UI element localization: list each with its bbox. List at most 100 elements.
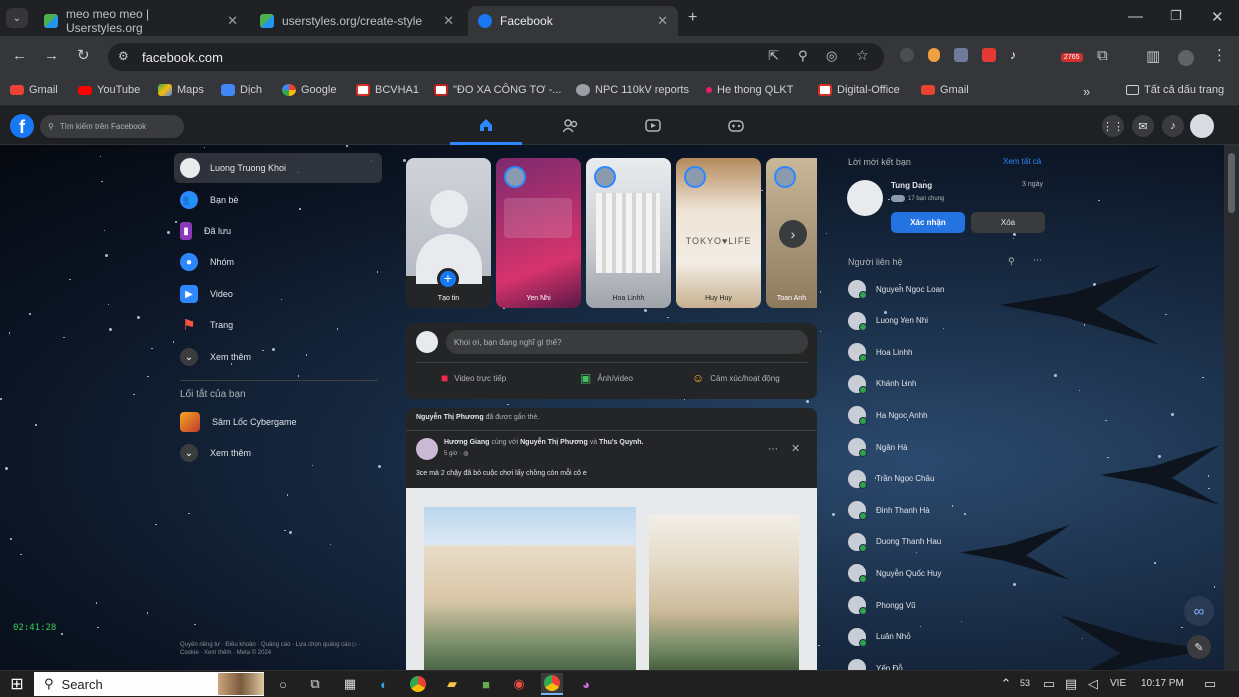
stories-next-icon[interactable]: › bbox=[779, 220, 807, 248]
honey-extension-icon[interactable] bbox=[928, 48, 940, 62]
post-photo-grid[interactable] bbox=[406, 488, 817, 670]
language-indicator[interactable]: VIE bbox=[1110, 678, 1126, 689]
bookmark-npc[interactable]: NPC 110kV reports bbox=[576, 84, 689, 96]
minecraft-icon[interactable]: ■ bbox=[475, 673, 497, 695]
menu-icon[interactable]: ⋮ bbox=[1212, 46, 1227, 64]
contact-item[interactable]: Phongg Vũ bbox=[848, 594, 916, 616]
vpn-extension-icon[interactable] bbox=[954, 48, 968, 62]
extensions-puzzle-icon[interactable]: ⧉ bbox=[1097, 47, 1108, 64]
edge-icon[interactable]: ◐ bbox=[373, 673, 395, 695]
photo-video-button[interactable]: ▣ Ảnh/video bbox=[580, 371, 633, 385]
nav-groups[interactable]: ● Nhóm bbox=[180, 248, 234, 276]
request-name[interactable]: Tung Dang bbox=[891, 181, 932, 190]
contacts-search-icon[interactable]: ⚲ bbox=[1008, 256, 1015, 267]
bookmark-youtube[interactable]: YouTube bbox=[78, 84, 140, 96]
contacts-more-icon[interactable]: ⋯ bbox=[1033, 255, 1042, 266]
tab-facebook[interactable]: Facebook ✕ bbox=[468, 6, 678, 36]
tiktok-extension-icon[interactable]: ♪ bbox=[1010, 48, 1016, 62]
taskbar-search-box[interactable]: ⚲ Search bbox=[34, 672, 264, 696]
author-avatar[interactable] bbox=[416, 438, 438, 460]
sidepanel-icon[interactable]: ▥ bbox=[1146, 47, 1160, 65]
volume-icon[interactable]: ◁ bbox=[1082, 673, 1104, 695]
taskbar-clock[interactable]: 10:17 PM bbox=[1141, 678, 1184, 689]
reload-icon[interactable]: ↻ bbox=[77, 46, 90, 64]
post-photo[interactable] bbox=[649, 515, 799, 670]
add-story-icon[interactable]: + bbox=[437, 268, 459, 290]
media-player-icon[interactable]: ◉ bbox=[508, 673, 530, 695]
bookmark-gmail[interactable]: Gmail bbox=[10, 84, 58, 96]
composer-input[interactable]: Khoi ơi, bạn đang nghĩ gì thế? bbox=[446, 330, 808, 354]
bookmark-google[interactable]: Google bbox=[282, 84, 336, 96]
tray-chevron-icon[interactable]: ⌃ bbox=[995, 673, 1017, 695]
contact-item[interactable]: Trần Ngọc Châu bbox=[848, 468, 934, 490]
story-card[interactable]: TOKYO♥LIFE Huy Huy bbox=[676, 158, 761, 308]
create-story-card[interactable]: + Tạo tin bbox=[406, 158, 491, 308]
bookmark-digital-office[interactable]: Digital-Office bbox=[818, 84, 900, 96]
nav-friends-icon[interactable] bbox=[535, 107, 607, 145]
contact-item[interactable]: Ngân Hà bbox=[848, 436, 908, 458]
store-icon[interactable]: ▦ bbox=[339, 673, 361, 695]
story-card[interactable]: Hoa Linhh bbox=[586, 158, 671, 308]
contact-item[interactable]: Hoa Linhh bbox=[848, 341, 912, 363]
bookmark-gmail-2[interactable]: Gmail bbox=[921, 84, 969, 96]
contact-item[interactable]: Đinh Thanh Hà bbox=[848, 499, 930, 521]
circle-extension-icon[interactable] bbox=[900, 48, 914, 62]
nav-gaming-icon[interactable] bbox=[700, 107, 772, 145]
forward-icon[interactable]: → bbox=[44, 47, 59, 64]
zoom-icon[interactable]: ⚲ bbox=[798, 48, 808, 64]
contact-item[interactable]: Khánh Linh bbox=[848, 373, 916, 395]
new-tab-icon[interactable]: + bbox=[688, 9, 697, 27]
delete-request-button[interactable]: Xóa bbox=[971, 212, 1045, 233]
close-tab-icon[interactable]: ✕ bbox=[227, 13, 238, 29]
battery-icon[interactable]: ▭ bbox=[1038, 673, 1060, 695]
nav-saved[interactable]: ▮ Đã lưu bbox=[180, 217, 231, 245]
nav-watch-icon[interactable] bbox=[617, 107, 689, 145]
chrome-icon-taskbar[interactable] bbox=[407, 673, 429, 695]
profile-avatar[interactable] bbox=[1178, 50, 1194, 66]
address-bar[interactable]: ⚙ facebook.com ⇱ ⚲ ◎ ☆ bbox=[108, 43, 884, 71]
new-message-icon[interactable]: ✎ bbox=[1187, 635, 1211, 659]
nav-video[interactable]: ▶ Video bbox=[180, 280, 233, 308]
bookmark-dich[interactable]: Dịch bbox=[221, 84, 262, 96]
contact-item[interactable]: Luân Nhỏ bbox=[848, 626, 911, 648]
nav-see-more[interactable]: ⌄ Xem thêm bbox=[180, 343, 251, 371]
bookmark-bcvha1[interactable]: BCVHA1 bbox=[356, 84, 419, 96]
action-center-icon[interactable]: ▭ bbox=[1199, 673, 1221, 695]
open-in-icon[interactable]: ⇱ bbox=[768, 48, 779, 64]
with-name-1[interactable]: Nguyễn Thị Phương bbox=[520, 439, 588, 446]
menu-grid-icon[interactable]: ⋮⋮ bbox=[1102, 115, 1124, 137]
nav-home-icon[interactable] bbox=[450, 107, 522, 145]
contact-item[interactable]: Nguyeh Ngoc Loan bbox=[848, 278, 945, 300]
network-icon[interactable]: ▤ bbox=[1060, 673, 1082, 695]
nav-friends[interactable]: 👥 Bạn bè bbox=[180, 186, 239, 214]
tagged-name[interactable]: Nguyễn Thị Phương bbox=[416, 414, 484, 421]
back-icon[interactable]: ← bbox=[12, 47, 27, 64]
task-view-icon[interactable]: ⧉ bbox=[304, 673, 326, 695]
profile-link[interactable]: Luong Truong Khoi bbox=[174, 153, 382, 183]
cortana-icon[interactable]: ○ bbox=[272, 673, 294, 695]
footer-links[interactable]: Quyền riêng tư · Điều khoản · Quảng cáo … bbox=[180, 641, 370, 658]
close-tab-icon[interactable]: ✕ bbox=[657, 13, 668, 29]
tab-create-style[interactable]: userstyles.org/create-style ✕ bbox=[250, 6, 464, 36]
windows-start-icon[interactable]: ⊞ bbox=[6, 673, 28, 695]
feeling-button[interactable]: ☺ Cảm xúc/hoạt động bbox=[692, 371, 780, 385]
eye-off-icon[interactable]: ◎ bbox=[826, 48, 837, 64]
maximize-icon[interactable]: ❐ bbox=[1170, 8, 1182, 24]
scrollbar-thumb[interactable] bbox=[1228, 153, 1235, 213]
shortcut-see-more[interactable]: ⌄ Xem thêm bbox=[180, 439, 251, 467]
account-avatar[interactable] bbox=[1190, 114, 1214, 138]
meta-ai-icon[interactable]: ∞ bbox=[1184, 596, 1214, 626]
fb-search-box[interactable]: ⚲ Tìm kiếm trên Facebook bbox=[40, 115, 184, 138]
facebook-logo[interactable]: f bbox=[10, 114, 34, 138]
messenger-app-icon[interactable]: ◕ bbox=[575, 673, 597, 695]
notifications-bell-icon[interactable]: ♪ bbox=[1162, 115, 1184, 137]
contact-item[interactable]: Ha Ngoc Anhh bbox=[848, 404, 928, 426]
all-bookmarks[interactable]: Tất cả dấu trang bbox=[1126, 84, 1224, 96]
with-name-2[interactable]: Thu's Quynh. bbox=[599, 439, 643, 446]
tab-search-button[interactable]: ⌄ bbox=[6, 8, 28, 28]
bookmark-do-xa[interactable]: "ĐO XA CÔNG TƠ -... bbox=[434, 84, 561, 96]
contact-item[interactable]: Yến Đỗ bbox=[848, 657, 903, 670]
request-avatar[interactable] bbox=[847, 180, 883, 216]
close-post-icon[interactable]: ✕ bbox=[791, 442, 800, 455]
confirm-request-button[interactable]: Xác nhận bbox=[891, 212, 965, 233]
